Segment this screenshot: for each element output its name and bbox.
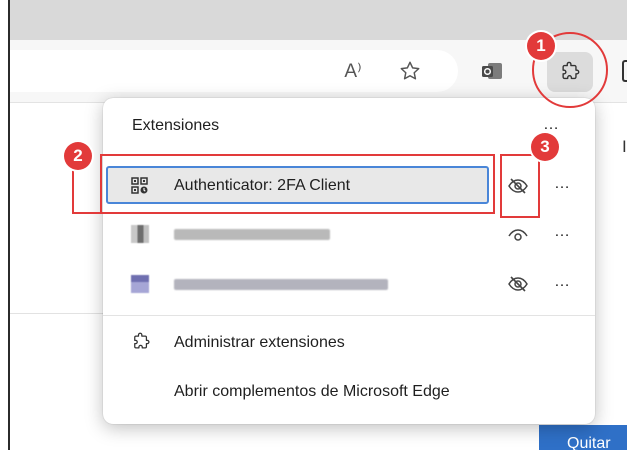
page-divider	[10, 313, 110, 314]
blurred-extension-name	[174, 279, 388, 290]
annotation-badge-3: 3	[531, 133, 559, 161]
eye-hidden-icon[interactable]	[507, 274, 529, 294]
blurred-extension-icon	[131, 225, 149, 243]
eye-visible-icon[interactable]	[507, 224, 529, 244]
annotation-connector	[72, 212, 102, 214]
row-more-icon[interactable]: …	[554, 175, 571, 193]
puzzle-icon	[134, 332, 150, 349]
read-aloud-icon[interactable]: A⁾	[338, 56, 368, 86]
blurred-extension-name	[174, 229, 330, 240]
annotation-badge-2: 2	[64, 142, 92, 170]
manage-extensions-label: Administrar extensiones	[174, 334, 345, 351]
popup-more-icon[interactable]: …	[543, 116, 560, 134]
extension-row-blurred-2[interactable]: …	[103, 262, 595, 306]
popup-title: Extensiones	[132, 117, 220, 134]
popup-divider	[103, 315, 595, 316]
extensions-popup: Extensiones … Authenticator: 2FA Client …	[103, 98, 595, 424]
favorite-star-icon[interactable]	[395, 56, 425, 86]
page-side-text: Ir	[622, 137, 627, 156]
address-bar[interactable]	[10, 50, 458, 92]
open-edge-addons-link[interactable]: Abrir complementos de Microsoft Edge	[174, 383, 450, 401]
annotation-badge-1: 1	[527, 32, 555, 60]
annotation-box-extension-row	[100, 154, 495, 214]
quit-button[interactable]: Quitar	[539, 425, 627, 450]
row-more-icon[interactable]: …	[554, 273, 571, 291]
row-more-icon[interactable]: …	[554, 223, 571, 241]
blurred-extension-icon	[131, 275, 149, 293]
split-screen-icon[interactable]	[622, 60, 627, 82]
outlook-icon[interactable]	[477, 56, 507, 86]
annotation-box-visibility-toggle	[500, 154, 540, 218]
manage-extensions-item[interactable]: Administrar extensiones	[103, 328, 595, 360]
window-edge	[8, 0, 10, 450]
extension-row-blurred-1[interactable]: …	[103, 212, 595, 256]
